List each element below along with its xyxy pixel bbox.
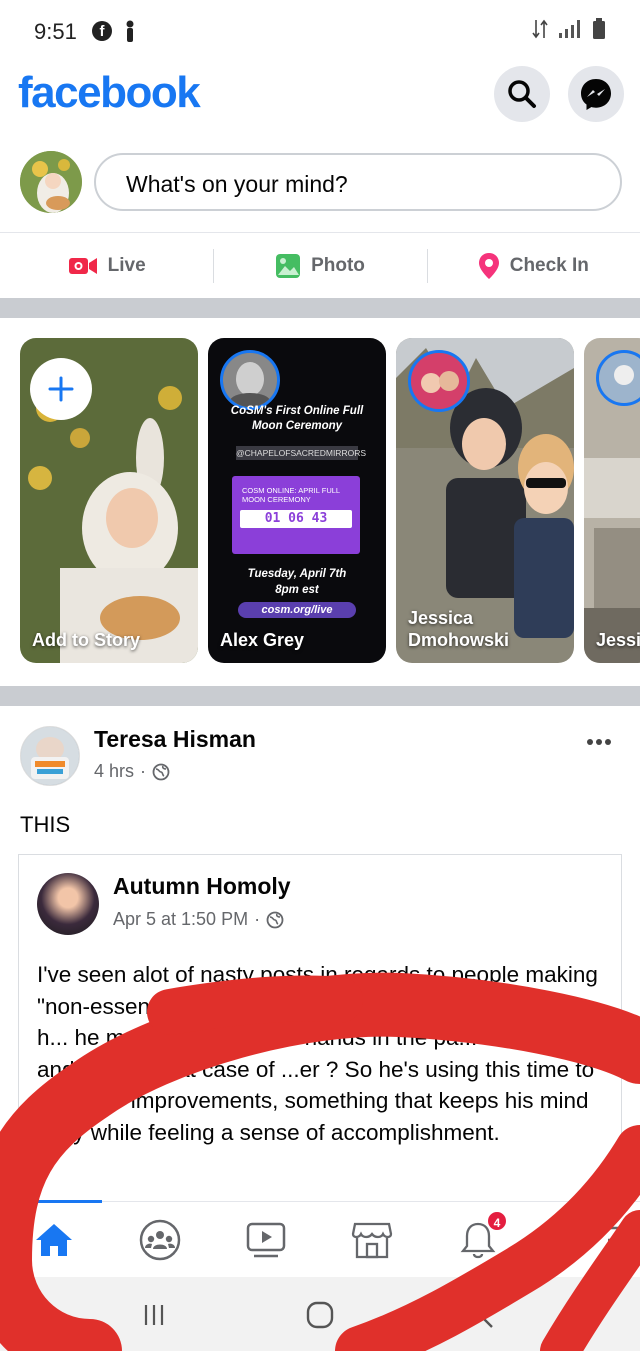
avatar-photo (21, 727, 79, 785)
messenger-button[interactable] (568, 66, 624, 122)
status-time: 9:51 (34, 19, 77, 44)
tab-watch[interactable] (244, 1218, 288, 1262)
story-author-label: Jessica Dmohowski (408, 608, 510, 650)
meta-separator: · (254, 909, 261, 929)
check-in-button[interactable]: Check In (426, 233, 640, 298)
battery-icon (593, 18, 605, 39)
story-card-box-title: COSM ONLINE: APRIL FULL MOON CEREMONY (242, 486, 340, 504)
story-card-date: Tuesday, April 7th (247, 568, 347, 580)
story-avatar (408, 350, 470, 412)
more-options-button[interactable] (586, 726, 612, 752)
menu-icon (608, 1226, 620, 1254)
story-avatar (220, 350, 280, 410)
video-icon (246, 1222, 286, 1258)
add-story-button[interactable] (30, 358, 92, 420)
avatar-photo (411, 353, 467, 409)
story-card-title: CoSM's First Online Full Moon Ceremony (230, 405, 364, 432)
status-bar: 9:51 f (0, 0, 640, 62)
story-card-countdown: 01 06 43 (240, 510, 352, 528)
add-to-story-card[interactable]: Add to Story (20, 338, 198, 663)
photo-button[interactable]: Photo (213, 233, 426, 298)
post-author-name[interactable]: Teresa Hisman (94, 726, 256, 753)
app-header: facebook (0, 62, 640, 124)
facebook-notification-icon: f (92, 21, 112, 41)
story-card-countdown-box: COSM ONLINE: APRIL FULL MOON CEREMONY 01… (232, 476, 360, 554)
search-button[interactable] (494, 66, 550, 122)
shared-meta: Apr 5 at 1:50 PM · (113, 909, 284, 930)
live-label: Live (107, 254, 146, 276)
avatar-photo (223, 353, 277, 407)
signal-icon (559, 20, 580, 38)
add-to-story-label: Add to Story (32, 630, 140, 650)
home-icon (36, 1224, 72, 1256)
live-video-icon (68, 257, 97, 274)
post-author-avatar[interactable] (20, 726, 80, 786)
composer-actions: Live Photo Check In (0, 232, 640, 298)
post-composer: What's on your mind? (0, 148, 640, 218)
feed-post: Teresa Hisman 4 hrs · THIS Autumn Homoly… (0, 706, 640, 1201)
back-icon (478, 1302, 493, 1328)
globe-icon (266, 911, 284, 928)
story-card-jessi[interactable]: Jessi (584, 338, 640, 663)
data-arrows-icon (532, 19, 548, 39)
marketplace-icon (351, 1222, 393, 1259)
post-text: THIS (20, 812, 71, 837)
recent-apps-button[interactable] (134, 1299, 174, 1331)
tab-notifications[interactable]: 4 (456, 1210, 508, 1262)
tab-marketplace[interactable] (350, 1218, 394, 1262)
shared-post-body: I've seen alot of nasty posts in regards… (37, 962, 598, 1145)
bottom-tab-bar: 4 (0, 1200, 640, 1277)
tab-groups[interactable] (138, 1218, 182, 1262)
more-icon (587, 739, 611, 745)
photo-icon (276, 253, 301, 278)
notification-badge: 4 (486, 1210, 508, 1232)
story-card-handle: @CHAPELOFSACREDMIRRORS (236, 446, 367, 460)
section-divider (0, 686, 640, 706)
recents-icon (144, 1305, 164, 1325)
back-button[interactable] (466, 1299, 506, 1331)
tab-home[interactable] (32, 1218, 76, 1262)
person-icon (126, 20, 134, 42)
story-card-alex-grey[interactable]: CoSM's First Online Full Moon Ceremony @… (208, 338, 386, 663)
shared-time[interactable]: Apr 5 at 1:50 PM (113, 909, 248, 930)
story-author-label: Jessi (596, 630, 640, 650)
groups-icon (139, 1219, 181, 1261)
tab-menu[interactable] (560, 1218, 620, 1262)
photo-label: Photo (311, 254, 365, 276)
post-time[interactable]: 4 hrs (94, 761, 134, 782)
story-card-time: 8pm est (275, 584, 319, 596)
profile-avatar[interactable] (20, 151, 82, 213)
home-circle-icon (306, 1301, 334, 1329)
live-button[interactable]: Live (0, 233, 213, 298)
check-in-label: Check In (509, 254, 589, 276)
home-button[interactable] (300, 1299, 340, 1331)
whats-on-your-mind-input[interactable]: What's on your mind? (94, 153, 622, 211)
story-card-link: cosm.org/live (238, 602, 356, 618)
status-icons (532, 18, 606, 40)
story-author-label: Alex Grey (220, 630, 305, 650)
location-pin-icon (478, 252, 499, 279)
stories-tray: Add to Story CoSM's First Online Full Mo… (0, 318, 640, 686)
avatar-photo (599, 353, 640, 403)
system-navigation-bar (0, 1277, 640, 1351)
globe-icon (152, 763, 170, 780)
section-divider (0, 298, 640, 318)
profile-photo (20, 151, 82, 213)
shared-author-name[interactable]: Autumn Homoly (113, 873, 291, 900)
shared-author-avatar[interactable] (37, 873, 99, 935)
meta-separator: · (140, 761, 147, 781)
messenger-icon (581, 79, 611, 110)
facebook-logo[interactable]: facebook (18, 68, 201, 118)
plus-icon (48, 376, 74, 402)
active-tab-indicator (6, 1200, 102, 1203)
story-card-jessica[interactable]: Jessica Dmohowski (396, 338, 574, 663)
search-icon (508, 80, 536, 108)
post-meta: 4 hrs · (94, 761, 170, 782)
shared-post[interactable]: Autumn Homoly Apr 5 at 1:50 PM · I've se… (18, 854, 622, 1201)
